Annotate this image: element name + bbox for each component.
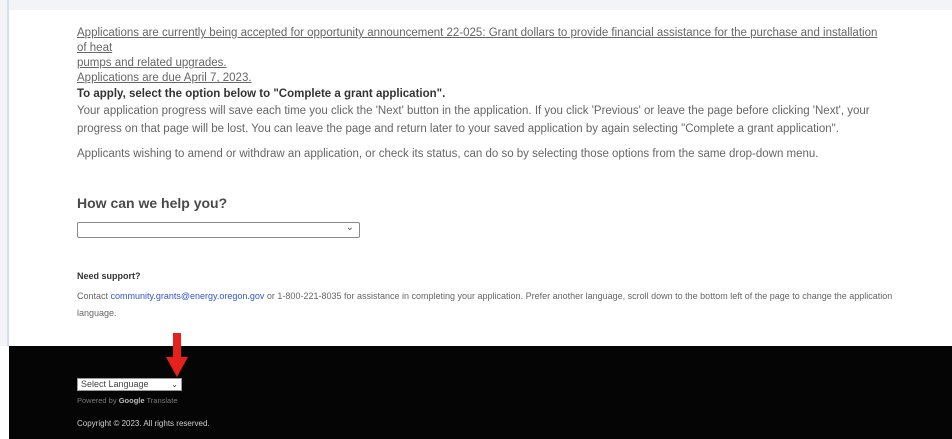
amend-instructions: Applicants wishing to amend or withdraw … [77,148,819,160]
apply-instructions: Your application progress will save each… [77,105,870,135]
language-select-value: Select Language [81,379,149,389]
browser-frame-top [0,0,952,10]
browser-frame-left [0,0,9,346]
translate-label: Translate [146,396,178,405]
announcement-line1: Applications are currently being accepte… [77,27,878,54]
powered-by-google-translate: Powered by Google Translate [77,396,178,405]
powered-by-label: Powered by [77,396,117,405]
help-heading: How can we help you? [77,195,228,211]
support-text: Contact community.grants@energy.oregon.g… [77,288,897,322]
chevron-down-icon: ⌄ [345,222,354,233]
help-dropdown[interactable]: ⌄ [77,222,360,238]
language-select[interactable]: Select Language ⌄ [77,378,182,391]
google-logo[interactable]: Google [119,396,145,405]
chevron-down-icon: ⌄ [171,380,178,389]
apply-title: To apply, select the option below to "Co… [77,88,446,100]
support-email-link[interactable]: community.grants@energy.oregon.gov [111,291,265,301]
announcement: Applications are currently being accepte… [77,26,887,86]
support-text-before: Contact [77,291,111,301]
announcement-link[interactable]: Applications are currently being accepte… [77,26,887,86]
announcement-line3: Applications are due April 7, 2023. [77,72,252,84]
announcement-line2: pumps and related upgrades. [77,57,227,69]
red-arrow-icon [166,333,188,377]
support-title: Need support? [77,271,141,281]
copyright: Copyright © 2023. All rights reserved. [77,419,210,428]
